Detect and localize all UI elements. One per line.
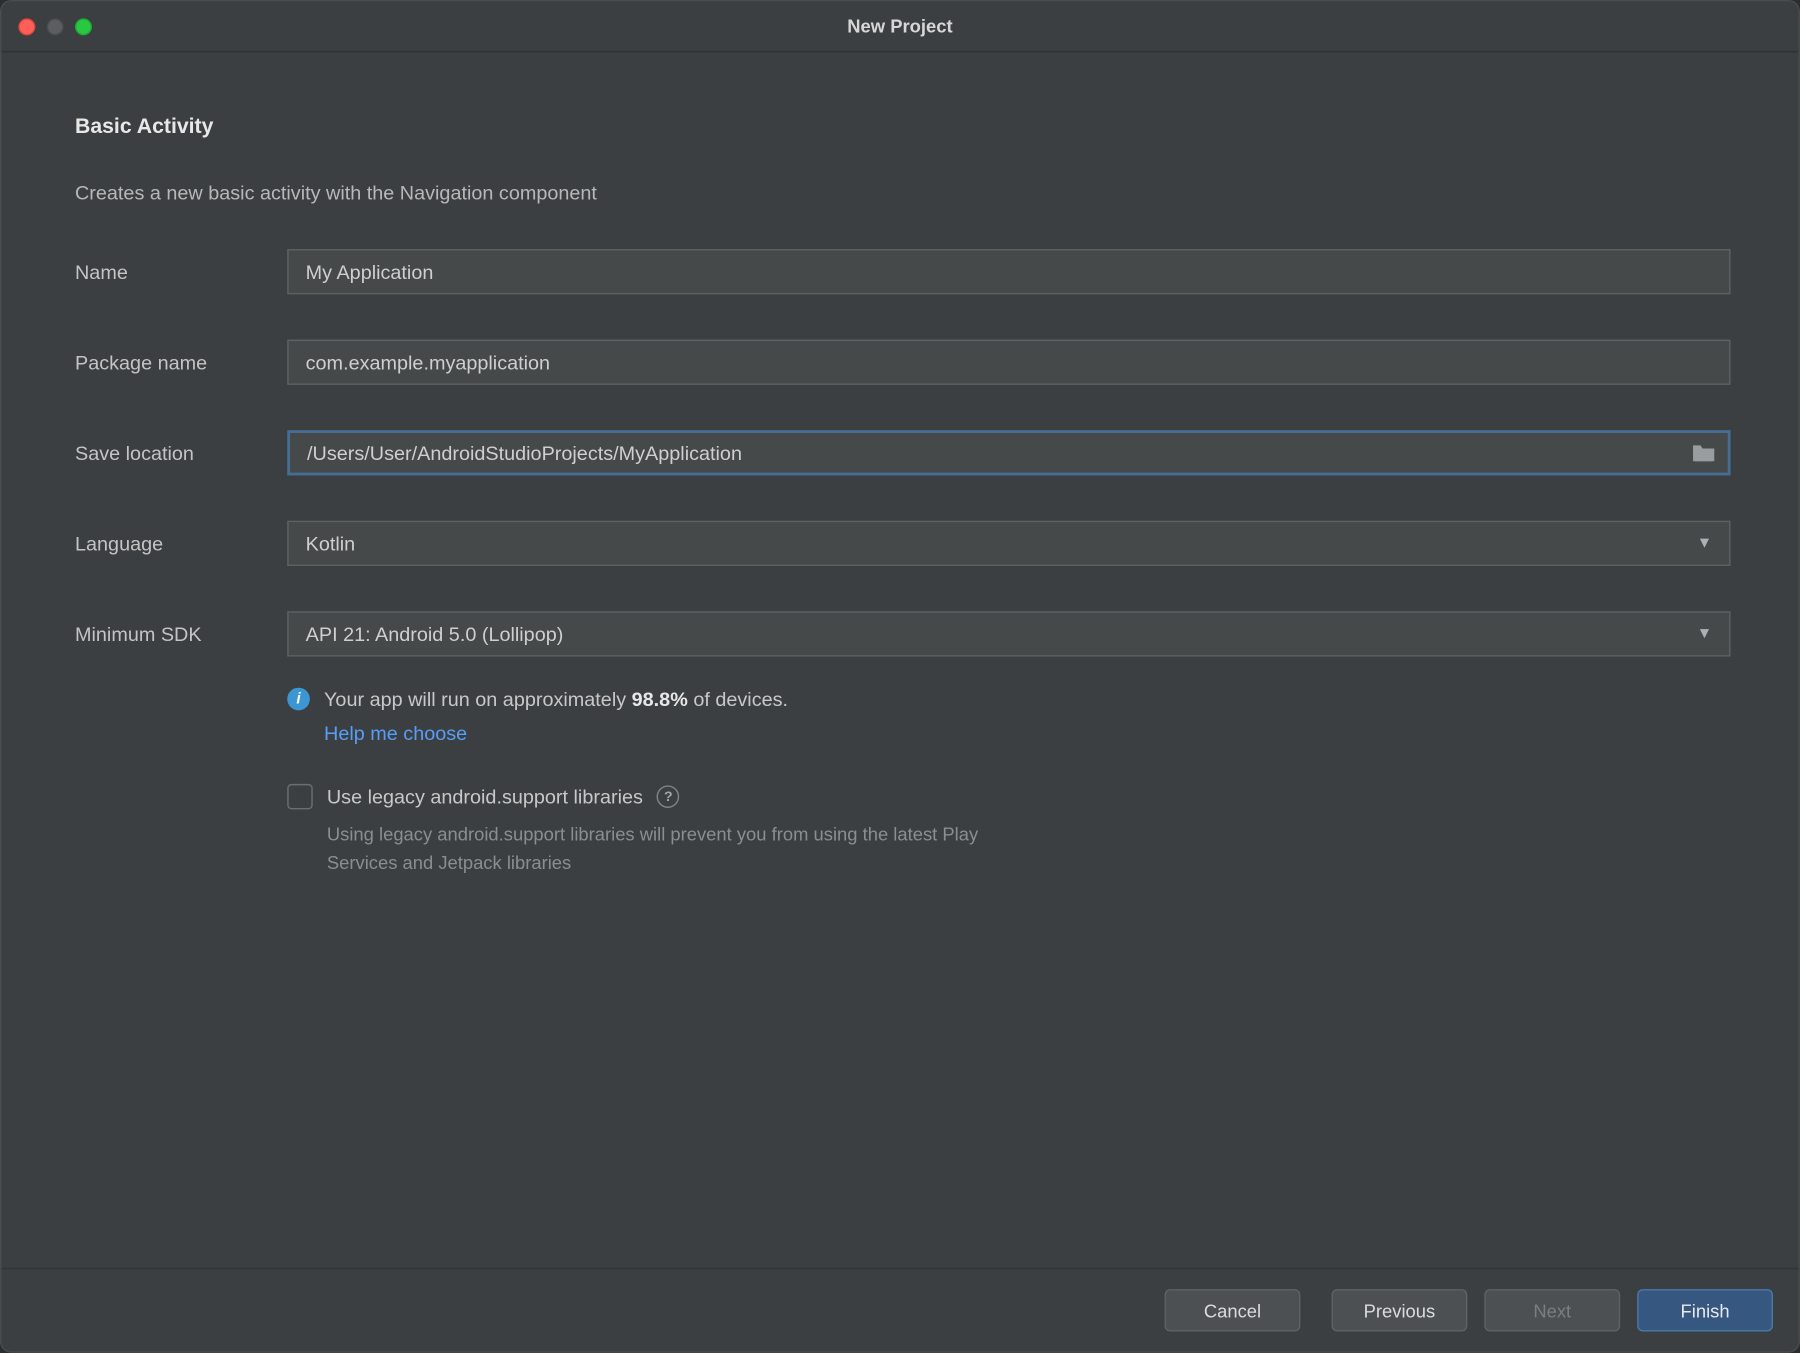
name-label: Name — [75, 260, 287, 283]
window-controls — [18, 18, 92, 35]
legacy-support-block: Use legacy android.support libraries ? U… — [287, 784, 1730, 876]
minsdk-label: Minimum SDK — [75, 623, 287, 646]
save-location-input[interactable] — [287, 430, 1730, 475]
dialog-content: Basic Activity Creates a new basic activ… — [1, 52, 1798, 1267]
close-window-button[interactable] — [18, 18, 35, 35]
page-title: Basic Activity — [75, 115, 1731, 139]
chevron-down-icon: ▼ — [1697, 625, 1712, 642]
package-label: Package name — [75, 351, 287, 374]
maximize-window-button[interactable] — [75, 18, 92, 35]
legacy-support-hint: Using legacy android.support libraries w… — [327, 821, 1035, 876]
minsdk-select[interactable]: API 21: Android 5.0 (Lollipop) ▼ — [287, 611, 1730, 656]
info-icon: i — [287, 688, 310, 711]
minsdk-value: API 21: Android 5.0 (Lollipop) — [306, 623, 564, 646]
name-input[interactable] — [287, 249, 1730, 294]
legacy-support-checkbox[interactable] — [287, 784, 312, 809]
coverage-text: Your app will run on approximately 98.8%… — [324, 688, 788, 711]
previous-button[interactable]: Previous — [1332, 1289, 1468, 1331]
project-form: Name Package name Save location — [75, 249, 1731, 876]
language-label: Language — [75, 532, 287, 555]
minimize-window-button — [47, 18, 64, 35]
next-button: Next — [1484, 1289, 1620, 1331]
help-me-choose-link[interactable]: Help me choose — [324, 722, 467, 745]
titlebar: New Project — [1, 1, 1798, 52]
chevron-down-icon: ▼ — [1697, 535, 1712, 552]
window-title: New Project — [1, 16, 1798, 37]
page-description: Creates a new basic activity with the Na… — [75, 181, 1731, 204]
finish-button[interactable]: Finish — [1637, 1289, 1773, 1331]
cancel-button[interactable]: Cancel — [1165, 1289, 1301, 1331]
help-icon[interactable]: ? — [657, 785, 680, 808]
location-label: Save location — [75, 441, 287, 464]
language-value: Kotlin — [306, 532, 356, 555]
new-project-dialog: New Project Basic Activity Creates a new… — [0, 0, 1800, 1353]
package-input[interactable] — [287, 340, 1730, 385]
device-coverage-info: i Your app will run on approximately 98.… — [287, 688, 1730, 747]
language-select[interactable]: Kotlin ▼ — [287, 521, 1730, 566]
dialog-footer: Cancel Previous Next Finish — [1, 1268, 1798, 1351]
legacy-support-label: Use legacy android.support libraries — [327, 785, 643, 808]
